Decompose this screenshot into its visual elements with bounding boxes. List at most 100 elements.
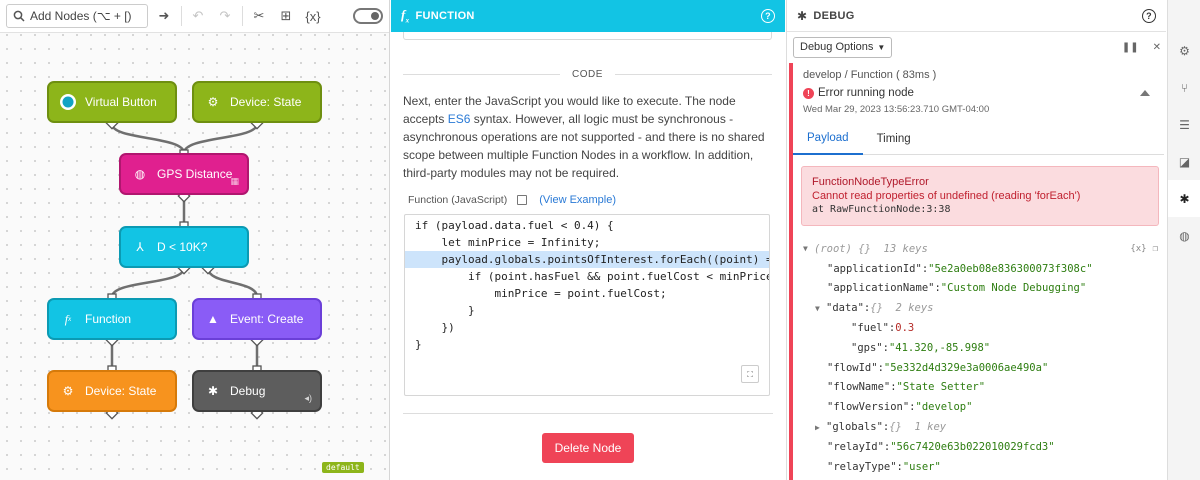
json-key: "relayType": — [827, 460, 903, 473]
workflow-canvas[interactable]: Add Nodes (⌥ + [) ➜ ↶ ↷ ✂ ⊞ {x} Virtual … — [0, 0, 390, 480]
code-editor[interactable]: if (payload.data.fuel < 0.4) { let minPr… — [404, 214, 770, 396]
rail-spacer — [1168, 0, 1200, 32]
expand-triangle-icon[interactable]: ▼ — [815, 304, 826, 313]
tab-payload[interactable]: Payload — [793, 123, 863, 155]
code-line: if (payload.data.fuel < 0.4) { — [415, 219, 614, 232]
speaker-icon: ◂) — [304, 393, 312, 403]
code-line: minPrice = point.fuelCost; — [415, 287, 667, 300]
toggle-icon[interactable] — [353, 8, 383, 24]
debug-options-dropdown[interactable]: Debug Options ▼ — [793, 36, 893, 58]
function-panel-header: fx FUNCTION ? — [391, 0, 785, 32]
json-key: "applicationId": — [827, 262, 929, 275]
scissors-icon[interactable]: ✂ — [248, 5, 270, 27]
json-value: "Custom Node Debugging" — [940, 282, 1087, 295]
code-line: let minPrice = Infinity; — [415, 236, 601, 249]
delete-node-button[interactable]: Delete Node — [542, 433, 634, 463]
json-meta: {} 13 keys — [858, 242, 928, 255]
node-conditional[interactable]: ⅄ D < 10K? — [119, 226, 249, 268]
help-icon[interactable]: ? — [761, 9, 775, 23]
branch-icon[interactable]: ⑂ — [1168, 69, 1200, 106]
json-row: "applicationName": "Custom Node Debuggin… — [803, 279, 1158, 299]
json-value: "user" — [902, 460, 941, 473]
view-example-link[interactable]: (View Example) — [539, 194, 616, 206]
function-panel: fx FUNCTION ? CODE Next, enter the JavaS… — [391, 0, 785, 480]
divider — [403, 413, 773, 414]
json-value: "5e2a0eb08e836300073f308c" — [928, 262, 1093, 275]
json-root-row[interactable]: ▼ (root) {} 13 keys {x} ❐ — [803, 239, 1158, 259]
previous-field-box — [403, 32, 772, 40]
copy-icon[interactable] — [517, 195, 528, 205]
bug-icon: ✱ — [207, 384, 219, 398]
expand-triangle-icon[interactable]: ▼ — [803, 244, 814, 253]
redo-icon[interactable]: ↷ — [214, 5, 236, 27]
message-title: Error running node — [818, 87, 914, 99]
collapsed-triangle-icon[interactable]: ▶ — [815, 423, 826, 432]
copy-icon[interactable]: ❐ — [1153, 244, 1158, 254]
arrow-right-icon[interactable]: ➜ — [153, 5, 175, 27]
expand-icon[interactable]: ⛶ — [741, 365, 759, 383]
root-actions: {x} ❐ — [1130, 244, 1158, 254]
json-row[interactable]: ▼ "data": {} 2 keys — [803, 298, 1158, 318]
add-nodes-input[interactable]: Add Nodes (⌥ + [) — [6, 4, 148, 28]
chart-icon[interactable]: ◪ — [1168, 143, 1200, 180]
json-key: "flowName": — [827, 381, 897, 394]
node-gps-distance[interactable]: ◍ GPS Distance ▦ — [119, 153, 249, 195]
node-event-create[interactable]: ▲ Event: Create — [192, 298, 322, 340]
globe-icon: ◍ — [134, 167, 146, 181]
json-key: "data": — [826, 302, 871, 315]
error-icon: ! — [803, 87, 814, 99]
pause-icon[interactable]: ❚❚ — [1122, 42, 1139, 53]
right-icon-rail: ⚙ ⑂ ☰ ◪ ✱ ◍ — [1167, 0, 1200, 480]
json-meta: {} 2 keys — [870, 302, 934, 315]
toolbar-divider — [242, 6, 243, 26]
node-badge-icon: ▦ — [230, 176, 239, 186]
json-value: "5e332d4d329e3a0006ae490a" — [883, 361, 1049, 374]
error-card: FunctionNodeTypeError Cannot read proper… — [801, 166, 1159, 226]
node-device-state-trigger[interactable]: ⚙ Device: State — [192, 81, 322, 123]
json-row[interactable]: ▶ "globals": {} 1 key — [803, 417, 1158, 437]
node-debug[interactable]: ✱ Debug ◂) — [192, 370, 322, 412]
json-row: "flowName": "State Setter" — [803, 378, 1158, 398]
mountain-icon: ▲ — [207, 312, 219, 326]
close-icon[interactable]: ✕ — [1153, 42, 1161, 53]
node-label: GPS Distance — [157, 167, 233, 181]
json-value: "State Setter" — [896, 381, 986, 394]
undo-icon[interactable]: ↶ — [187, 5, 209, 27]
es6-link[interactable]: ES6 — [448, 112, 471, 126]
node-device-state-output[interactable]: ⚙ Device: State — [47, 370, 177, 412]
virtual-button-icon — [59, 93, 77, 111]
tab-timing[interactable]: Timing — [863, 123, 925, 155]
code-label: Function (JavaScript) — [408, 194, 508, 206]
json-key: "gps": — [851, 341, 889, 354]
json-key: "fuel": — [851, 322, 896, 335]
json-value: "develop" — [915, 401, 973, 414]
variables-icon[interactable]: {x} — [1130, 244, 1146, 254]
add-icon[interactable]: ⊞ — [275, 5, 297, 27]
code-section-divider: CODE — [403, 66, 772, 82]
json-meta: {} 1 key — [889, 421, 947, 434]
debug-options-label: Debug Options — [800, 41, 874, 53]
error-name: FunctionNodeTypeError — [812, 176, 929, 188]
debug-panel-header: ✱ DEBUG ? — [787, 0, 1166, 32]
help-icon[interactable]: ? — [1142, 8, 1156, 23]
node-label: Event: Create — [230, 312, 304, 326]
json-row: "applicationId": "5e2a0eb08e836300073f30… — [803, 259, 1158, 279]
section-label: CODE — [572, 68, 603, 80]
node-function[interactable]: fx Function — [47, 298, 177, 340]
collapse-icon[interactable] — [1140, 90, 1150, 96]
globe-icon[interactable]: ◍ — [1168, 217, 1200, 254]
gear-icon[interactable]: ⚙ — [1168, 32, 1200, 69]
node-label: Device: State — [230, 95, 302, 109]
panel-title: DEBUG — [813, 9, 855, 22]
node-label: Device: State — [85, 384, 157, 398]
debug-toolbar: Debug Options ▼ ❚❚ ✕ — [787, 33, 1167, 61]
json-tree: ▼ (root) {} 13 keys {x} ❐ "applicationId"… — [803, 239, 1158, 477]
function-icon: fx — [401, 7, 410, 25]
node-virtual-button[interactable]: Virtual Button — [47, 81, 177, 123]
error-stack: at RawFunctionNode:3:38 — [812, 204, 951, 215]
database-icon[interactable]: ☰ — [1168, 106, 1200, 143]
bug-icon[interactable]: ✱ — [1168, 180, 1200, 217]
variables-icon[interactable]: {x} — [302, 5, 324, 27]
json-key: "flowId": — [827, 361, 884, 374]
search-icon — [13, 10, 25, 22]
